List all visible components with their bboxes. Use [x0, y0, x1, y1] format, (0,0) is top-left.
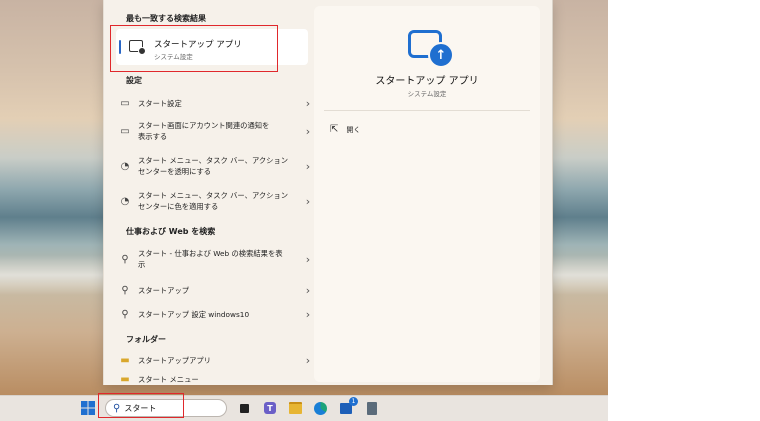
palette-icon: ◔: [120, 160, 130, 172]
store-badge: 1: [349, 396, 358, 406]
divider: [324, 110, 530, 111]
palette-icon: ◔: [120, 195, 130, 207]
web-search-heading: 仕事および Web を検索: [126, 227, 216, 236]
settings-item[interactable]: ▭ スタート設定 ›: [117, 95, 313, 111]
web-search-item[interactable]: ⚲ スタートアップ 設定 windows10 ›: [117, 306, 313, 322]
edge-browser-icon[interactable]: [312, 400, 328, 416]
task-view-icon[interactable]: [236, 400, 252, 416]
best-match-heading: 最も一致する検索結果: [126, 14, 206, 23]
chevron-right-icon: ›: [305, 283, 311, 297]
folder-icon: ▬: [120, 374, 130, 385]
taskbar: ⚲ スタート T 1: [0, 395, 608, 421]
settings-monitor-icon: ▭: [120, 97, 130, 109]
preview-title: スタートアップ アプリ: [375, 76, 479, 87]
folder-item[interactable]: ▬ スタート メニュー: [117, 374, 313, 385]
calculator-icon[interactable]: [364, 400, 380, 416]
folder-item[interactable]: ▬ スタートアップアプリ ›: [117, 352, 313, 368]
open-external-icon: ⇱: [330, 124, 339, 135]
web-search-item[interactable]: ⚲ スタート - 仕事および Web の検索結果を表示 ›: [117, 248, 313, 270]
windows-start-icon[interactable]: [80, 400, 96, 416]
arrow-up-icon: ↑: [428, 42, 454, 68]
search-icon: ⚲: [121, 284, 129, 296]
search-icon: ⚲: [121, 308, 129, 320]
settings-item[interactable]: ◔ スタート メニュー、タスク バー、アクション センターに色を適用する ›: [117, 190, 313, 212]
chevron-right-icon: ›: [305, 159, 311, 173]
chevron-right-icon: ›: [305, 194, 311, 208]
highlight-box-search: [98, 393, 184, 418]
settings-heading: 設定: [126, 76, 142, 85]
chevron-right-icon: ›: [305, 353, 311, 367]
highlight-box-best-match: [110, 25, 278, 72]
settings-item[interactable]: ▭ スタート画面にアカウント関連の通知を 表示する ›: [117, 120, 313, 142]
open-label: 開く: [346, 125, 361, 134]
chevron-right-icon: ›: [305, 252, 311, 266]
preview-subtitle: システム設定: [407, 90, 447, 98]
chevron-right-icon: ›: [305, 124, 311, 138]
folders-heading: フォルダー: [126, 335, 166, 344]
chevron-right-icon: ›: [305, 307, 311, 321]
file-explorer-icon[interactable]: [287, 400, 303, 416]
open-action[interactable]: ⇱ 開く: [330, 124, 360, 135]
web-search-item[interactable]: ⚲ スタートアップ ›: [117, 282, 313, 298]
folder-icon: ▬: [120, 354, 130, 366]
settings-item[interactable]: ◔ スタート メニュー、タスク バー、アクション センターを透明にする ›: [117, 155, 313, 177]
preview-pane: ↑ スタートアップ アプリ システム設定 ⇱ 開く: [314, 6, 540, 382]
search-icon: ⚲: [121, 253, 129, 265]
microsoft-store-icon[interactable]: 1: [338, 396, 358, 416]
chevron-right-icon: ›: [305, 96, 311, 110]
settings-monitor-icon: ▭: [120, 125, 130, 137]
teams-icon[interactable]: T: [262, 400, 278, 416]
